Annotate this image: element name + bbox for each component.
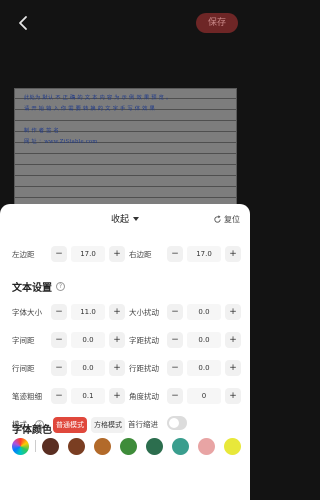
- left-margin-label: 左边距: [12, 250, 35, 259]
- collapse-label: 收起: [110, 215, 129, 225]
- line-spacing-minus-button[interactable]: −: [51, 360, 67, 376]
- right-margin-value[interactable]: 17.0: [187, 246, 221, 262]
- preview-line: 此处为 默认 不 正 确 的 文 本 内 容 为 示 例 效 果 预 览 。: [24, 95, 172, 101]
- line-jitter-plus-button[interactable]: +: [225, 360, 241, 376]
- normal-mode-button[interactable]: 普通模式: [53, 417, 87, 433]
- char-spacing-minus-button[interactable]: −: [51, 332, 67, 348]
- left-margin-minus-button[interactable]: −: [51, 246, 67, 262]
- angle-jitter-minus-button[interactable]: −: [167, 388, 183, 404]
- caret-down-icon: [133, 216, 139, 221]
- size-jitter-plus-button[interactable]: +: [225, 304, 241, 320]
- preview-line: 请 开 始 输 入 你 需 要 转 换 的 文 字 手 写 体 效 果: [24, 106, 155, 112]
- stroke-plus-button[interactable]: +: [109, 388, 125, 404]
- char-jitter-plus-button[interactable]: +: [225, 332, 241, 348]
- line-jitter-minus-button[interactable]: −: [167, 360, 183, 376]
- line-jitter-value[interactable]: 0.0: [187, 360, 221, 376]
- angle-jitter-value[interactable]: 0: [187, 388, 221, 404]
- reset-button[interactable]: 复位: [213, 214, 240, 225]
- preview-line: 网 址 ：www.ZiStable.com: [24, 139, 98, 145]
- indent-label: 首行缩进: [128, 420, 158, 429]
- angle-jitter-plus-button[interactable]: +: [225, 388, 241, 404]
- font-size-stepper: − 11.0 +: [51, 304, 125, 320]
- reset-icon: [214, 215, 221, 223]
- color-swatch[interactable]: [68, 438, 85, 455]
- font-size-minus-button[interactable]: −: [51, 304, 67, 320]
- char-spacing-row: 字间距 − 0.0 + 字距扰动 − 0.0 +: [12, 330, 242, 350]
- line-spacing-label: 行间距: [12, 364, 35, 373]
- color-swatch[interactable]: [42, 438, 59, 455]
- grid-mode-button[interactable]: 方格模式: [91, 417, 125, 433]
- stroke-label: 笔迹粗细: [12, 392, 42, 401]
- color-swatch[interactable]: [224, 438, 241, 455]
- char-jitter-value[interactable]: 0.0: [187, 332, 221, 348]
- text-settings-title: 文本设置 ?: [12, 279, 65, 294]
- char-jitter-minus-button[interactable]: −: [167, 332, 183, 348]
- right-margin-minus-button[interactable]: −: [167, 246, 183, 262]
- reset-label: 复位: [224, 215, 240, 224]
- save-button[interactable]: 保存: [196, 13, 238, 33]
- font-color-title: 字体颜色: [12, 421, 52, 436]
- top-bar: 保存: [0, 0, 250, 46]
- color-swatch[interactable]: [198, 438, 215, 455]
- handwriting-preview: 此处为 默认 不 正 确 的 文 本 内 容 为 示 例 效 果 预 览 。 请…: [14, 88, 237, 206]
- stroke-value[interactable]: 0.1: [71, 388, 105, 404]
- char-spacing-stepper: − 0.0 +: [51, 332, 125, 348]
- char-jitter-label: 字距扰动: [129, 336, 159, 345]
- color-picker-icon[interactable]: [12, 438, 29, 455]
- line-jitter-label: 行距扰动: [129, 364, 159, 373]
- stroke-row: 笔迹粗细 − 0.1 + 角度扰动 − 0 +: [12, 386, 242, 406]
- line-jitter-stepper: − 0.0 +: [167, 360, 241, 376]
- char-spacing-plus-button[interactable]: +: [109, 332, 125, 348]
- indent-toggle[interactable]: [167, 416, 187, 430]
- line-spacing-row: 行间距 − 0.0 + 行距扰动 − 0.0 +: [12, 358, 242, 378]
- left-margin-stepper: − 17.0 +: [51, 246, 125, 262]
- font-size-row: 字体大小 − 11.0 + 大小扰动 − 0.0 +: [12, 302, 242, 322]
- font-size-label: 字体大小: [12, 308, 42, 317]
- left-margin-value[interactable]: 17.0: [71, 246, 105, 262]
- size-jitter-label: 大小扰动: [129, 308, 159, 317]
- color-swatch[interactable]: [146, 438, 163, 455]
- char-jitter-stepper: − 0.0 +: [167, 332, 241, 348]
- size-jitter-minus-button[interactable]: −: [167, 304, 183, 320]
- angle-jitter-stepper: − 0 +: [167, 388, 241, 404]
- help-icon[interactable]: ?: [56, 282, 65, 291]
- font-size-plus-button[interactable]: +: [109, 304, 125, 320]
- font-size-value[interactable]: 11.0: [71, 304, 105, 320]
- back-arrow-icon[interactable]: [14, 13, 34, 33]
- line-spacing-stepper: − 0.0 +: [51, 360, 125, 376]
- color-swatch[interactable]: [120, 438, 137, 455]
- color-swatches: [12, 436, 242, 456]
- font-color-label: 字体颜色: [12, 425, 52, 436]
- line-spacing-value[interactable]: 0.0: [71, 360, 105, 376]
- char-spacing-label: 字间距: [12, 336, 35, 345]
- preview-line: 制 作 者 签 名: [24, 128, 60, 134]
- color-swatch[interactable]: [172, 438, 189, 455]
- right-margin-stepper: − 17.0 +: [167, 246, 241, 262]
- color-swatch[interactable]: [94, 438, 111, 455]
- left-margin-plus-button[interactable]: +: [109, 246, 125, 262]
- margins-row: 左边距 − 17.0 + 右边距 − 17.0 +: [12, 244, 242, 264]
- right-margin-label: 右边距: [129, 250, 152, 259]
- stroke-minus-button[interactable]: −: [51, 388, 67, 404]
- text-settings-label: 文本设置: [12, 283, 52, 294]
- stroke-stepper: − 0.1 +: [51, 388, 125, 404]
- angle-jitter-label: 角度扰动: [129, 392, 159, 401]
- line-spacing-plus-button[interactable]: +: [109, 360, 125, 376]
- size-jitter-value[interactable]: 0.0: [187, 304, 221, 320]
- char-spacing-value[interactable]: 0.0: [71, 332, 105, 348]
- right-margin-plus-button[interactable]: +: [225, 246, 241, 262]
- size-jitter-stepper: − 0.0 +: [167, 304, 241, 320]
